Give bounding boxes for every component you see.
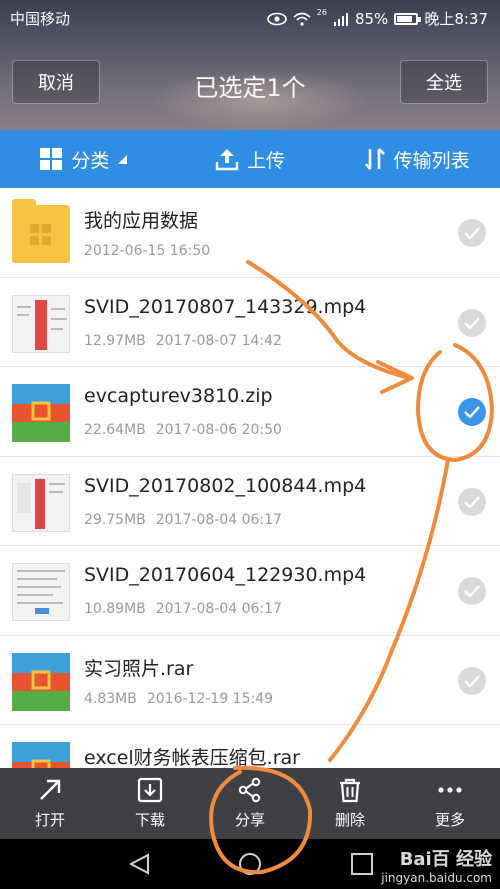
file-name: SVID_20170802_100844.mp4 bbox=[84, 474, 367, 497]
carrier-label: 中国移动 bbox=[10, 10, 71, 28]
more-label: 更多 bbox=[434, 811, 465, 829]
network-label: 26 bbox=[316, 8, 327, 17]
open-label: 打开 bbox=[34, 811, 65, 829]
file-date: 2017-08-06 20:50 bbox=[155, 422, 282, 438]
watermark: Bai百 经验 jingyan.baidu.com bbox=[381, 845, 492, 885]
clock: 晚上8:37 bbox=[424, 10, 488, 28]
list-item[interactable]: SVID_20170802_100844.mp4 29.75MB 2017-08-… bbox=[0, 457, 500, 546]
signal-icon bbox=[333, 12, 348, 26]
video-thumbnail bbox=[12, 473, 70, 532]
action-bar: 打开 下载 分享 删除 更多 bbox=[0, 768, 500, 839]
check-icon bbox=[464, 674, 480, 687]
nav-bar: Bai百 经验 jingyan.baidu.com bbox=[0, 839, 500, 889]
delete-button[interactable]: 删除 bbox=[300, 768, 400, 839]
select-all-button[interactable]: 全选 bbox=[400, 60, 488, 104]
home-icon[interactable] bbox=[238, 852, 262, 876]
share-button[interactable]: 分享 bbox=[200, 768, 300, 839]
file-meta: 29.75MB 2017-08-04 06:17 bbox=[84, 512, 282, 528]
list-item[interactable]: SVID_20170807_143329.mp4 12.97MB 2017-08-… bbox=[0, 278, 500, 367]
download-button[interactable]: 下载 bbox=[100, 768, 200, 839]
file-name: SVID_20170604_122930.mp4 bbox=[84, 564, 367, 586]
checkbox[interactable] bbox=[458, 219, 486, 247]
download-icon bbox=[137, 777, 163, 803]
file-date: 2017-08-07 14:42 bbox=[155, 332, 282, 349]
watermark-site: jingyan.baidu.com bbox=[381, 871, 492, 885]
file-name: 我的应用数据 bbox=[84, 210, 199, 232]
transfer-list-button[interactable]: 传输列表 bbox=[333, 130, 500, 188]
battery-icon bbox=[394, 12, 422, 25]
recents-icon[interactable] bbox=[350, 852, 374, 876]
archive-icon bbox=[12, 652, 70, 711]
upload-label: 上传 bbox=[247, 149, 286, 172]
checkbox[interactable] bbox=[458, 577, 486, 605]
transfer-icon bbox=[364, 148, 385, 170]
watermark-brand: Bai百 经验 bbox=[399, 849, 492, 870]
file-date: 2012-06-15 16:50 bbox=[84, 243, 211, 259]
more-button[interactable]: 更多 bbox=[400, 768, 500, 839]
file-date: 2017-08-04 06:17 bbox=[155, 511, 282, 528]
share-icon bbox=[238, 777, 261, 803]
download-label: 下载 bbox=[134, 811, 165, 829]
share-label: 分享 bbox=[234, 811, 265, 829]
file-meta: 2012-06-15 16:50 bbox=[84, 243, 210, 259]
check-icon bbox=[464, 227, 480, 239]
archive-icon bbox=[12, 384, 70, 442]
check-icon bbox=[464, 406, 480, 418]
caret-icon bbox=[118, 155, 128, 164]
video-thumbnail bbox=[12, 563, 70, 621]
transfer-label: 传输列表 bbox=[393, 149, 470, 172]
file-size: 12.97MB bbox=[84, 332, 146, 349]
file-name: 实习照片.rar bbox=[84, 657, 194, 680]
list-item[interactable]: 实习照片.rar 4.83MB 2016-12-19 15:49 bbox=[0, 636, 500, 725]
file-meta: 4.83MB 2016-12-19 15:49 bbox=[84, 691, 273, 707]
file-date: 2017-08-04 06:17 bbox=[155, 601, 282, 617]
file-size: 10.89MB bbox=[84, 601, 146, 617]
list-item[interactable]: SVID_20170604_122930.mp4 10.89MB 2017-08-… bbox=[0, 546, 500, 636]
checkbox[interactable] bbox=[458, 487, 486, 516]
back-icon[interactable] bbox=[128, 852, 152, 876]
checkbox[interactable] bbox=[458, 308, 486, 337]
archive-icon bbox=[12, 742, 70, 768]
toolbar: 分类 上传 传输列表 bbox=[0, 130, 500, 188]
list-item[interactable]: excel财务帐表压缩包.rar bbox=[0, 725, 500, 768]
category-label: 分类 bbox=[71, 149, 110, 172]
open-arrow-icon bbox=[40, 779, 61, 800]
battery-percent: 85% bbox=[354, 9, 389, 28]
wifi-icon bbox=[293, 12, 311, 26]
checkbox-checked[interactable] bbox=[458, 398, 486, 426]
check-icon bbox=[464, 316, 480, 329]
file-meta: 12.97MB 2017-08-07 14:42 bbox=[84, 333, 282, 349]
checkbox[interactable] bbox=[458, 666, 486, 695]
file-list: 我的应用数据 2012-06-15 16:50 SVID_20170807_14… bbox=[0, 188, 500, 768]
file-date: 2016-12-19 15:49 bbox=[146, 690, 274, 707]
delete-label: 删除 bbox=[334, 811, 365, 829]
upload-icon bbox=[215, 149, 239, 171]
page-title: 已选定1个 bbox=[194, 74, 306, 102]
status-icons: 26 85% 晚上8:37 bbox=[266, 8, 488, 29]
list-item[interactable]: evcapturev3810.zip 22.64MB 2017-08-06 20:… bbox=[0, 367, 500, 457]
category-button[interactable]: 分类 bbox=[0, 130, 167, 188]
open-button[interactable]: 打开 bbox=[0, 768, 100, 839]
eye-icon bbox=[266, 12, 287, 25]
video-thumbnail bbox=[12, 294, 70, 353]
upload-button[interactable]: 上传 bbox=[167, 130, 334, 188]
check-icon bbox=[464, 585, 480, 597]
list-item[interactable]: 我的应用数据 2012-06-15 16:50 bbox=[0, 188, 500, 278]
more-dots-icon bbox=[438, 787, 462, 793]
header: 中国移动 26 85% 晚上8:37 取消 已选定1个 全选 bbox=[0, 0, 500, 130]
trash-icon bbox=[340, 778, 360, 803]
file-size: 29.75MB bbox=[84, 511, 146, 528]
cancel-button[interactable]: 取消 bbox=[12, 60, 100, 104]
file-meta: 10.89MB 2017-08-04 06:17 bbox=[84, 601, 282, 617]
status-bar: 中国移动 26 85% 晚上8:37 bbox=[0, 0, 500, 34]
file-name: SVID_20170807_143329.mp4 bbox=[84, 295, 367, 318]
file-meta: 22.64MB 2017-08-06 20:50 bbox=[84, 422, 282, 438]
file-size: 4.83MB bbox=[84, 690, 137, 707]
folder-icon bbox=[12, 199, 70, 263]
file-name: excel财务帐表压缩包.rar bbox=[84, 747, 300, 768]
file-size: 22.64MB bbox=[84, 422, 146, 438]
file-name: evcapturev3810.zip bbox=[84, 385, 273, 407]
grid-icon bbox=[40, 148, 63, 170]
check-icon bbox=[464, 495, 480, 508]
